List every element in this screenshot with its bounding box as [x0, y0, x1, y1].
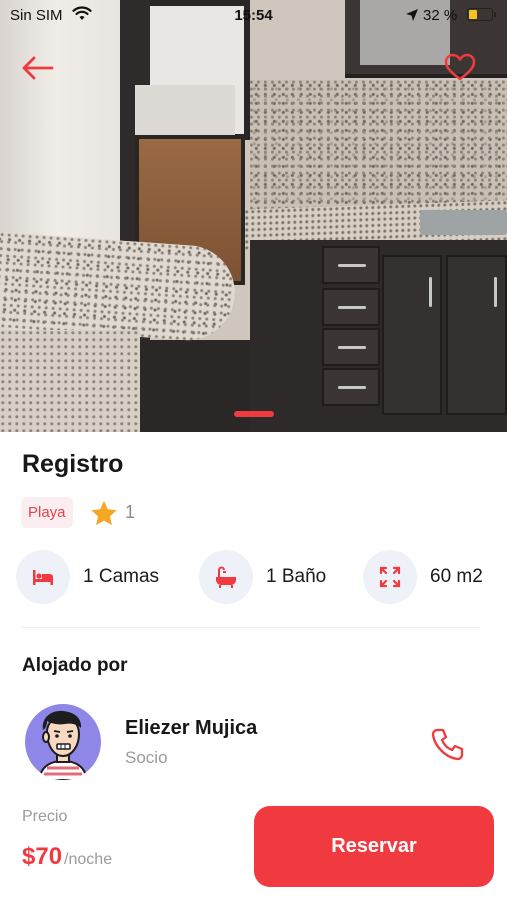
feature-label: 1 Camas [83, 566, 160, 587]
feature-icon-circle [363, 550, 417, 604]
call-host-button[interactable] [428, 724, 468, 764]
photo-pager-indicator [234, 411, 274, 417]
heart-icon [444, 53, 476, 81]
feature-icon-circle [199, 550, 253, 604]
category-tag: Playa [21, 497, 73, 528]
host-role: Socio [125, 748, 168, 767]
feature-icon-circle [16, 550, 70, 604]
favorite-button[interactable] [440, 48, 480, 88]
photo-sink [420, 210, 507, 235]
bathtub-icon [216, 566, 236, 588]
phone-icon [431, 728, 464, 761]
photo-under-bar [140, 340, 250, 432]
price-unit: /noche [64, 851, 113, 868]
avatar-illustration [37, 710, 89, 780]
area-expand-icon [379, 566, 401, 588]
photo-shelf [135, 85, 235, 135]
feature-label: 1 Baño [266, 566, 327, 587]
photo-bar-base [0, 330, 140, 432]
bed-icon [33, 570, 53, 585]
rating-value: 1 [125, 502, 136, 522]
price-amount: $70 [22, 843, 63, 870]
star-icon [90, 500, 118, 532]
arrow-left-icon [22, 56, 54, 80]
back-button[interactable] [18, 48, 58, 88]
price-label: Precio [22, 808, 68, 825]
feature-area: 60 m2 [363, 550, 498, 604]
listing-photo[interactable] [0, 0, 507, 432]
feature-beds: 1 Camas [16, 550, 186, 604]
feature-bathrooms: 1 Baño [199, 550, 349, 604]
listing-title: Registro [22, 450, 124, 478]
host-section-title: Alojado por [22, 655, 128, 676]
host-avatar[interactable] [25, 704, 101, 780]
battery-icon [467, 8, 496, 21]
photo-cabinet-door [382, 255, 442, 415]
host-name: Eliezer Mujica [125, 717, 258, 739]
photo-drawer [322, 288, 380, 326]
status-bar: Sin SIM 15:54 32 % [0, 0, 507, 30]
photo-bar-counter [0, 231, 239, 344]
battery-percent: 32 % [423, 7, 458, 24]
price: $70/noche [22, 843, 112, 871]
photo-drawer [322, 368, 380, 406]
feature-label: 60 m2 [430, 566, 483, 587]
photo-drawer [322, 246, 380, 284]
photo-cabinet-door [446, 255, 507, 415]
divider [22, 627, 480, 628]
photo-drawer [322, 328, 380, 366]
location-arrow-icon [405, 8, 419, 26]
reserve-button[interactable]: Reservar [254, 806, 494, 887]
